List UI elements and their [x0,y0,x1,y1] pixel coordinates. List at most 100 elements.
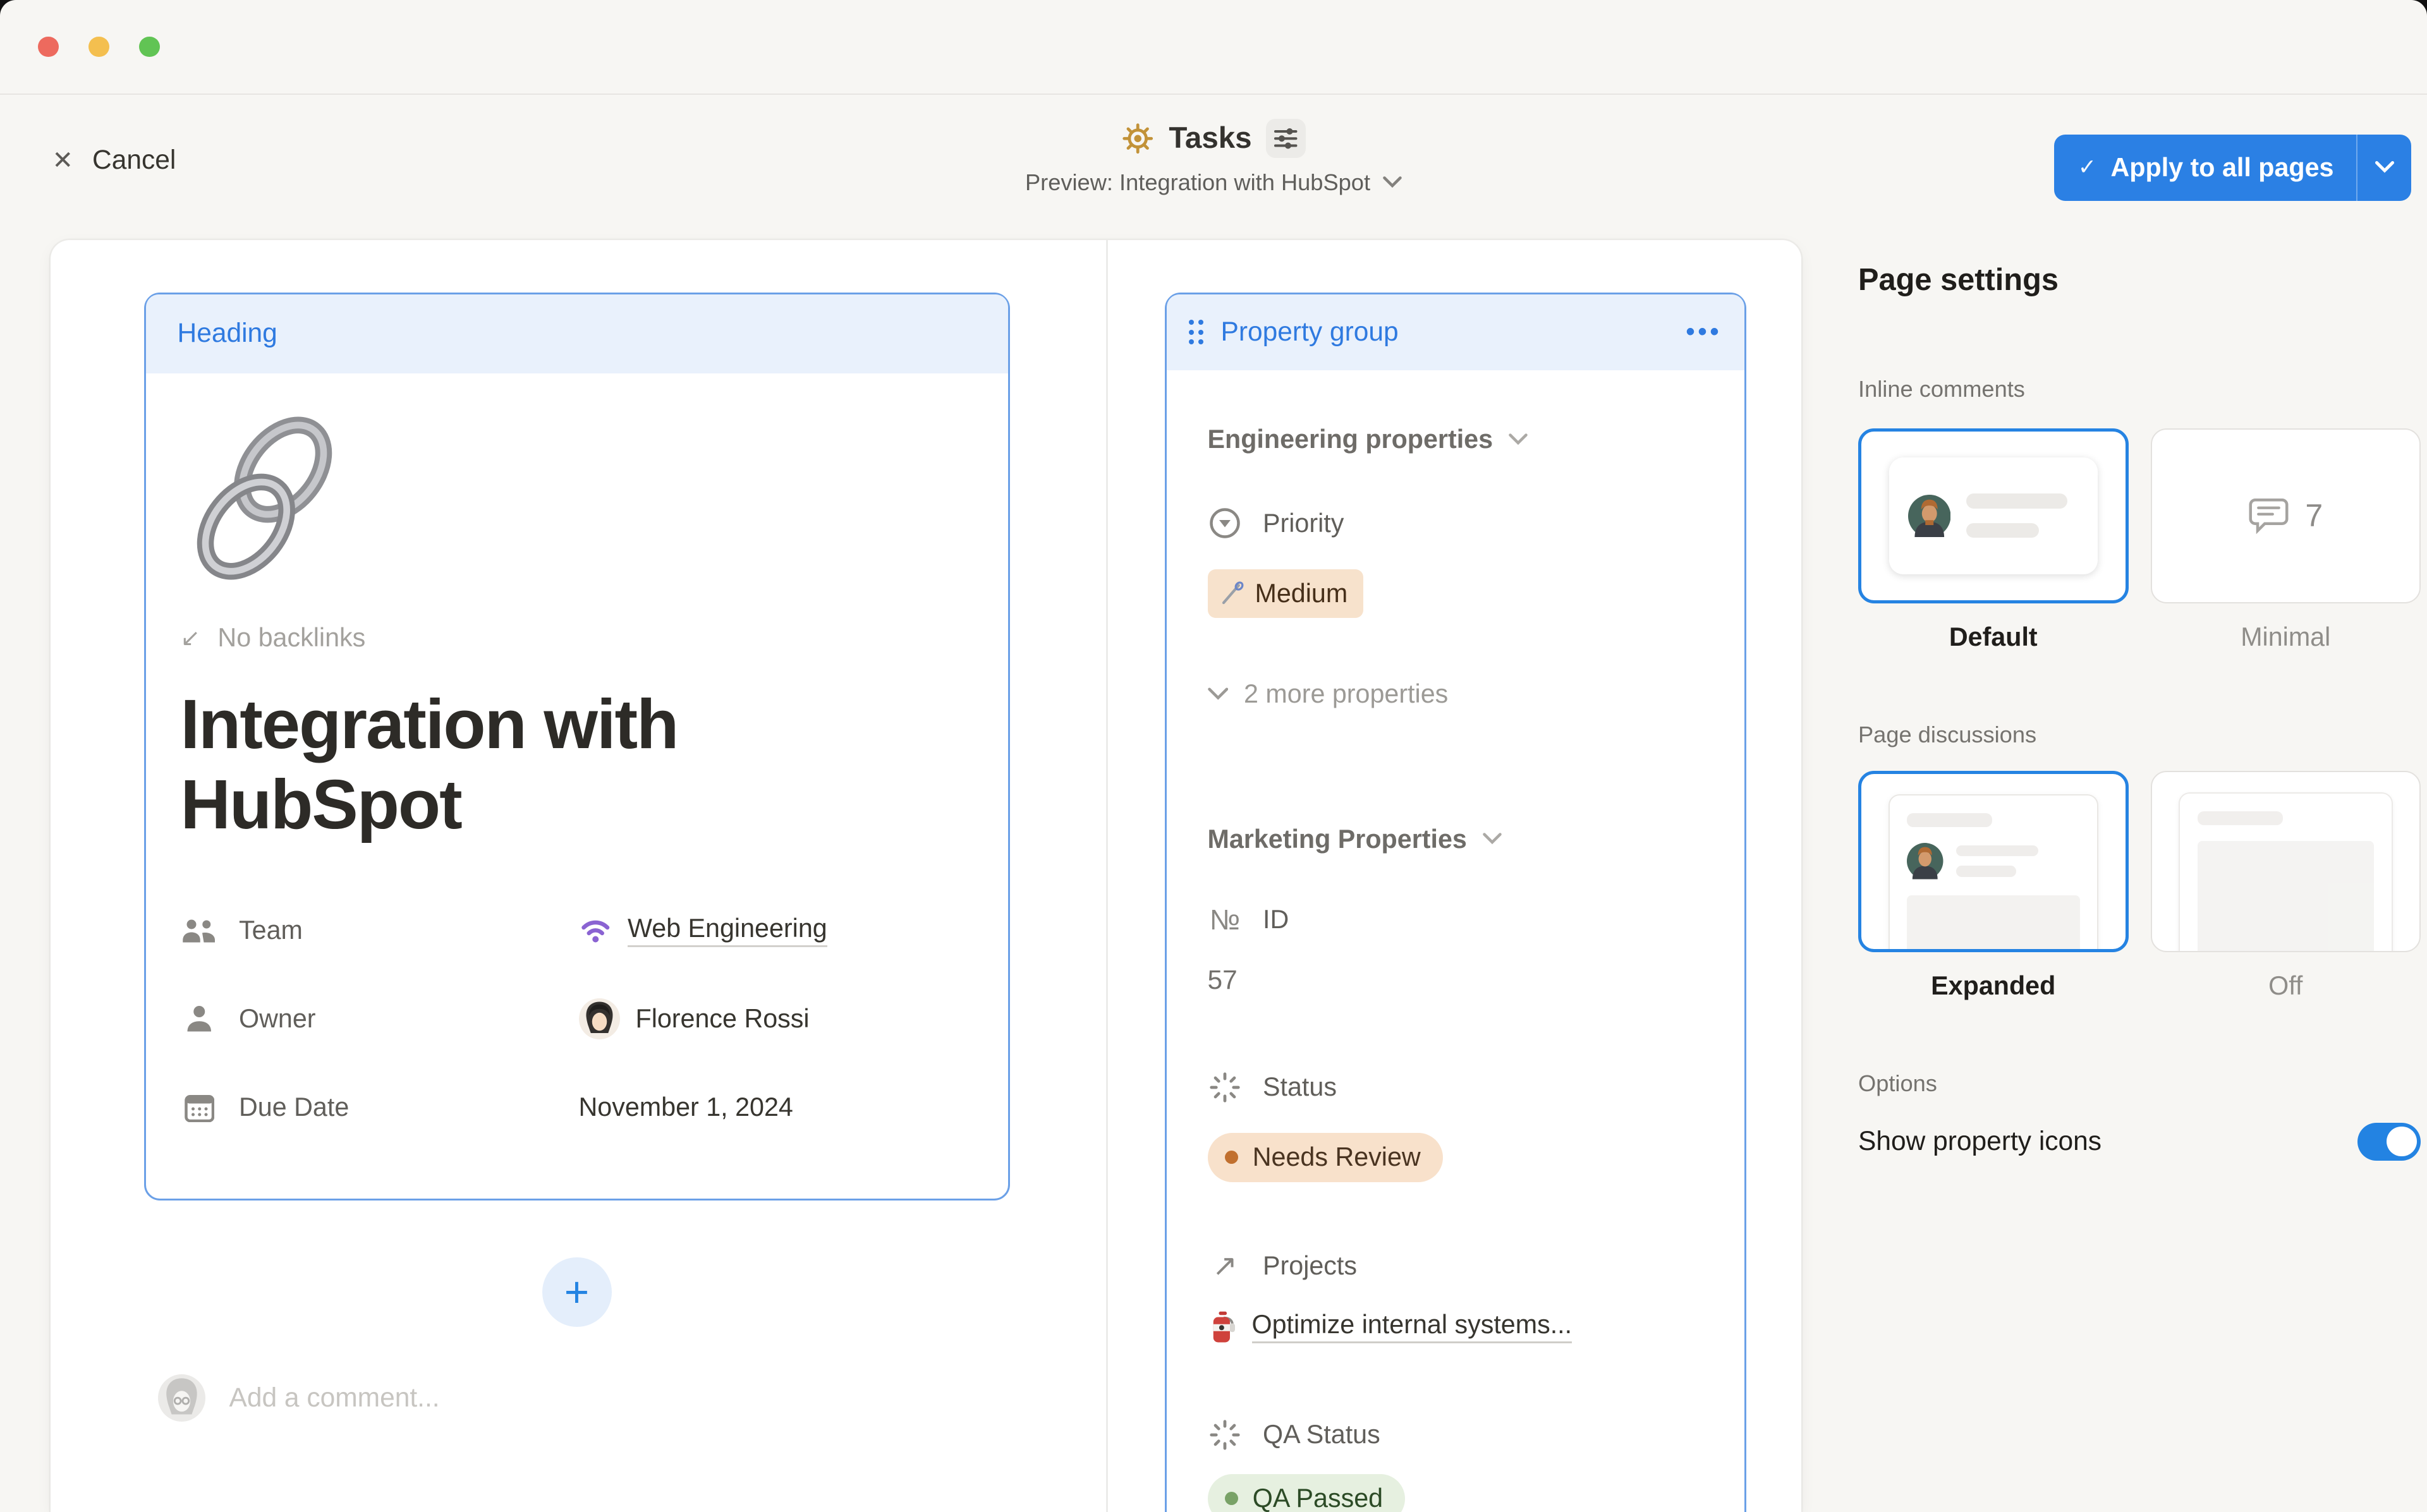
column-divider [1106,240,1108,1512]
status-value-pill[interactable]: Needs Review [1208,1133,1443,1182]
discussions-expanded-option[interactable] [1858,771,2129,953]
inline-comments-minimal-option[interactable]: 7 [2151,428,2421,604]
heading-block-header[interactable]: Heading [146,294,1008,373]
preview-label: Preview: Integration with HubSpot [1025,169,1370,196]
comment-bubble-icon [2248,496,2291,536]
backlinks-indicator[interactable]: ↙ No backlinks [181,623,973,653]
check-icon: ✓ [2078,155,2096,180]
projects-label: Projects [1263,1251,1357,1281]
priority-value: Medium [1255,579,1348,608]
id-number-icon: № [1208,904,1243,936]
toggle-knob [2387,1127,2417,1157]
page-mock-off [2179,792,2393,952]
cancel-label: Cancel [92,145,176,176]
page-settings-sidebar: Page settings Inline comments [1858,240,2421,1161]
property-group-block[interactable]: Property group ••• Engineering propertie… [1165,293,1746,1512]
left-column-footer: + Add a comment... [144,1201,1010,1422]
arrow-up-right-icon: ↗ [1208,1249,1243,1283]
qa-status-value: QA Passed [1253,1484,1383,1511]
status-value: Needs Review [1253,1142,1421,1172]
discussions-expanded-label: Expanded [1858,971,2129,1001]
drag-handle-icon[interactable] [1189,320,1204,344]
more-options-icon[interactable]: ••• [1686,318,1722,346]
property-group-header[interactable]: Property group ••• [1167,294,1744,370]
show-property-icons-label: Show property icons [1858,1127,2102,1157]
avatar [1908,495,1951,538]
owner-value: Florence Rossi [636,1004,810,1034]
priority-value-tag[interactable]: Medium [1208,569,1364,619]
priority-label: Priority [1263,509,1344,538]
more-properties-toggle[interactable]: 2 more properties [1208,675,1449,713]
qa-status-label: QA Status [1263,1420,1380,1449]
page-discussions-label: Page discussions [1858,722,2421,749]
comment-avatar [158,1374,205,1422]
property-row-team[interactable]: Team [181,886,973,975]
heading-block[interactable]: Heading ↙ No backlinks Integration with … [144,293,1010,1201]
comment-input-placeholder[interactable]: Add a comment... [229,1383,440,1413]
page-title: Integration with HubSpot [181,684,892,845]
window-titlebar [0,0,2427,95]
chevron-down-icon [2375,161,2394,174]
apply-to-all-pages-button[interactable]: ✓ Apply to all pages [2054,135,2411,201]
chain-links-page-icon [181,414,348,582]
preview-page-selector[interactable]: Preview: Integration with HubSpot [1025,169,1402,196]
property-label: Team [239,916,303,945]
id-property[interactable]: № ID [1208,899,1289,940]
qa-status-value-pill[interactable]: QA Passed [1208,1474,1406,1512]
editor-toolbar: ✕ Cancel Tasks [0,94,2427,241]
projects-property[interactable]: ↗ Projects [1208,1245,1358,1286]
chevron-down-icon [1483,833,1502,845]
needle-icon [1220,581,1244,606]
inline-minimal-label: Minimal [2151,622,2421,652]
project-relation-link[interactable]: Optimize internal systems... [1208,1305,1572,1348]
section-title-label: Engineering properties [1208,425,1493,454]
page-properties: Team [181,886,973,1152]
property-row-due-date[interactable]: Due Date November 1, 2024 [181,1063,973,1152]
property-group-body: Engineering properties Priority [1167,370,1744,1512]
discussions-off-label: Off [2151,971,2421,1001]
close-window-button[interactable] [38,37,59,57]
more-properties-label: 2 more properties [1244,679,1448,709]
show-property-icons-setting: Show property icons [1858,1123,2421,1161]
sidebar-title: Page settings [1858,262,2421,300]
show-property-icons-toggle[interactable] [2357,1123,2421,1161]
apply-options-dropdown[interactable] [2357,135,2411,201]
heading-block-label: Heading [178,318,277,349]
discussions-off-option[interactable] [2151,771,2421,953]
chevron-down-icon [1383,176,1402,189]
app-window: ✕ Cancel Tasks [0,0,2427,1512]
status-property[interactable]: Status [1208,1067,1337,1108]
id-value[interactable]: 57 [1208,965,1238,1003]
status-dot [1225,1151,1238,1164]
property-label: Due Date [239,1092,349,1122]
backlinks-label: No backlinks [217,623,365,653]
id-label: ID [1263,905,1289,934]
section-title-label: Marketing Properties [1208,825,1467,854]
view-options-button[interactable] [1266,119,1306,159]
chevron-down-icon [1208,687,1229,701]
team-value-link[interactable]: Web Engineering [628,914,827,947]
tasks-database-icon [1121,122,1155,155]
arrow-down-left-icon: ↙ [181,624,200,651]
comment-count-mock: 7 [2248,496,2323,536]
section-marketing-properties[interactable]: Marketing Properties [1208,820,1502,858]
qa-status-property[interactable]: QA Status [1208,1414,1380,1455]
chevron-down-icon [1509,433,1528,446]
calendar-icon [181,1092,219,1123]
minimize-window-button[interactable] [88,37,109,57]
avatar [1907,843,1943,880]
property-row-owner[interactable]: Owner Florence Rossi [181,975,973,1063]
section-engineering-properties[interactable]: Engineering properties [1208,421,1528,459]
comment-count: 7 [2305,497,2323,534]
add-comment-row[interactable]: Add a comment... [144,1374,1010,1422]
status-spinner-icon [1208,1072,1243,1103]
person-icon [181,1005,219,1033]
add-block-button[interactable]: + [542,1257,612,1327]
zoom-window-button[interactable] [139,37,160,57]
inline-comments-default-option[interactable] [1858,428,2129,604]
wifi-team-icon [579,916,612,945]
cancel-button[interactable]: ✕ Cancel [52,145,176,176]
priority-property[interactable]: Priority [1208,503,1344,544]
due-date-value: November 1, 2024 [579,1092,793,1122]
inline-default-label: Default [1858,622,2129,652]
